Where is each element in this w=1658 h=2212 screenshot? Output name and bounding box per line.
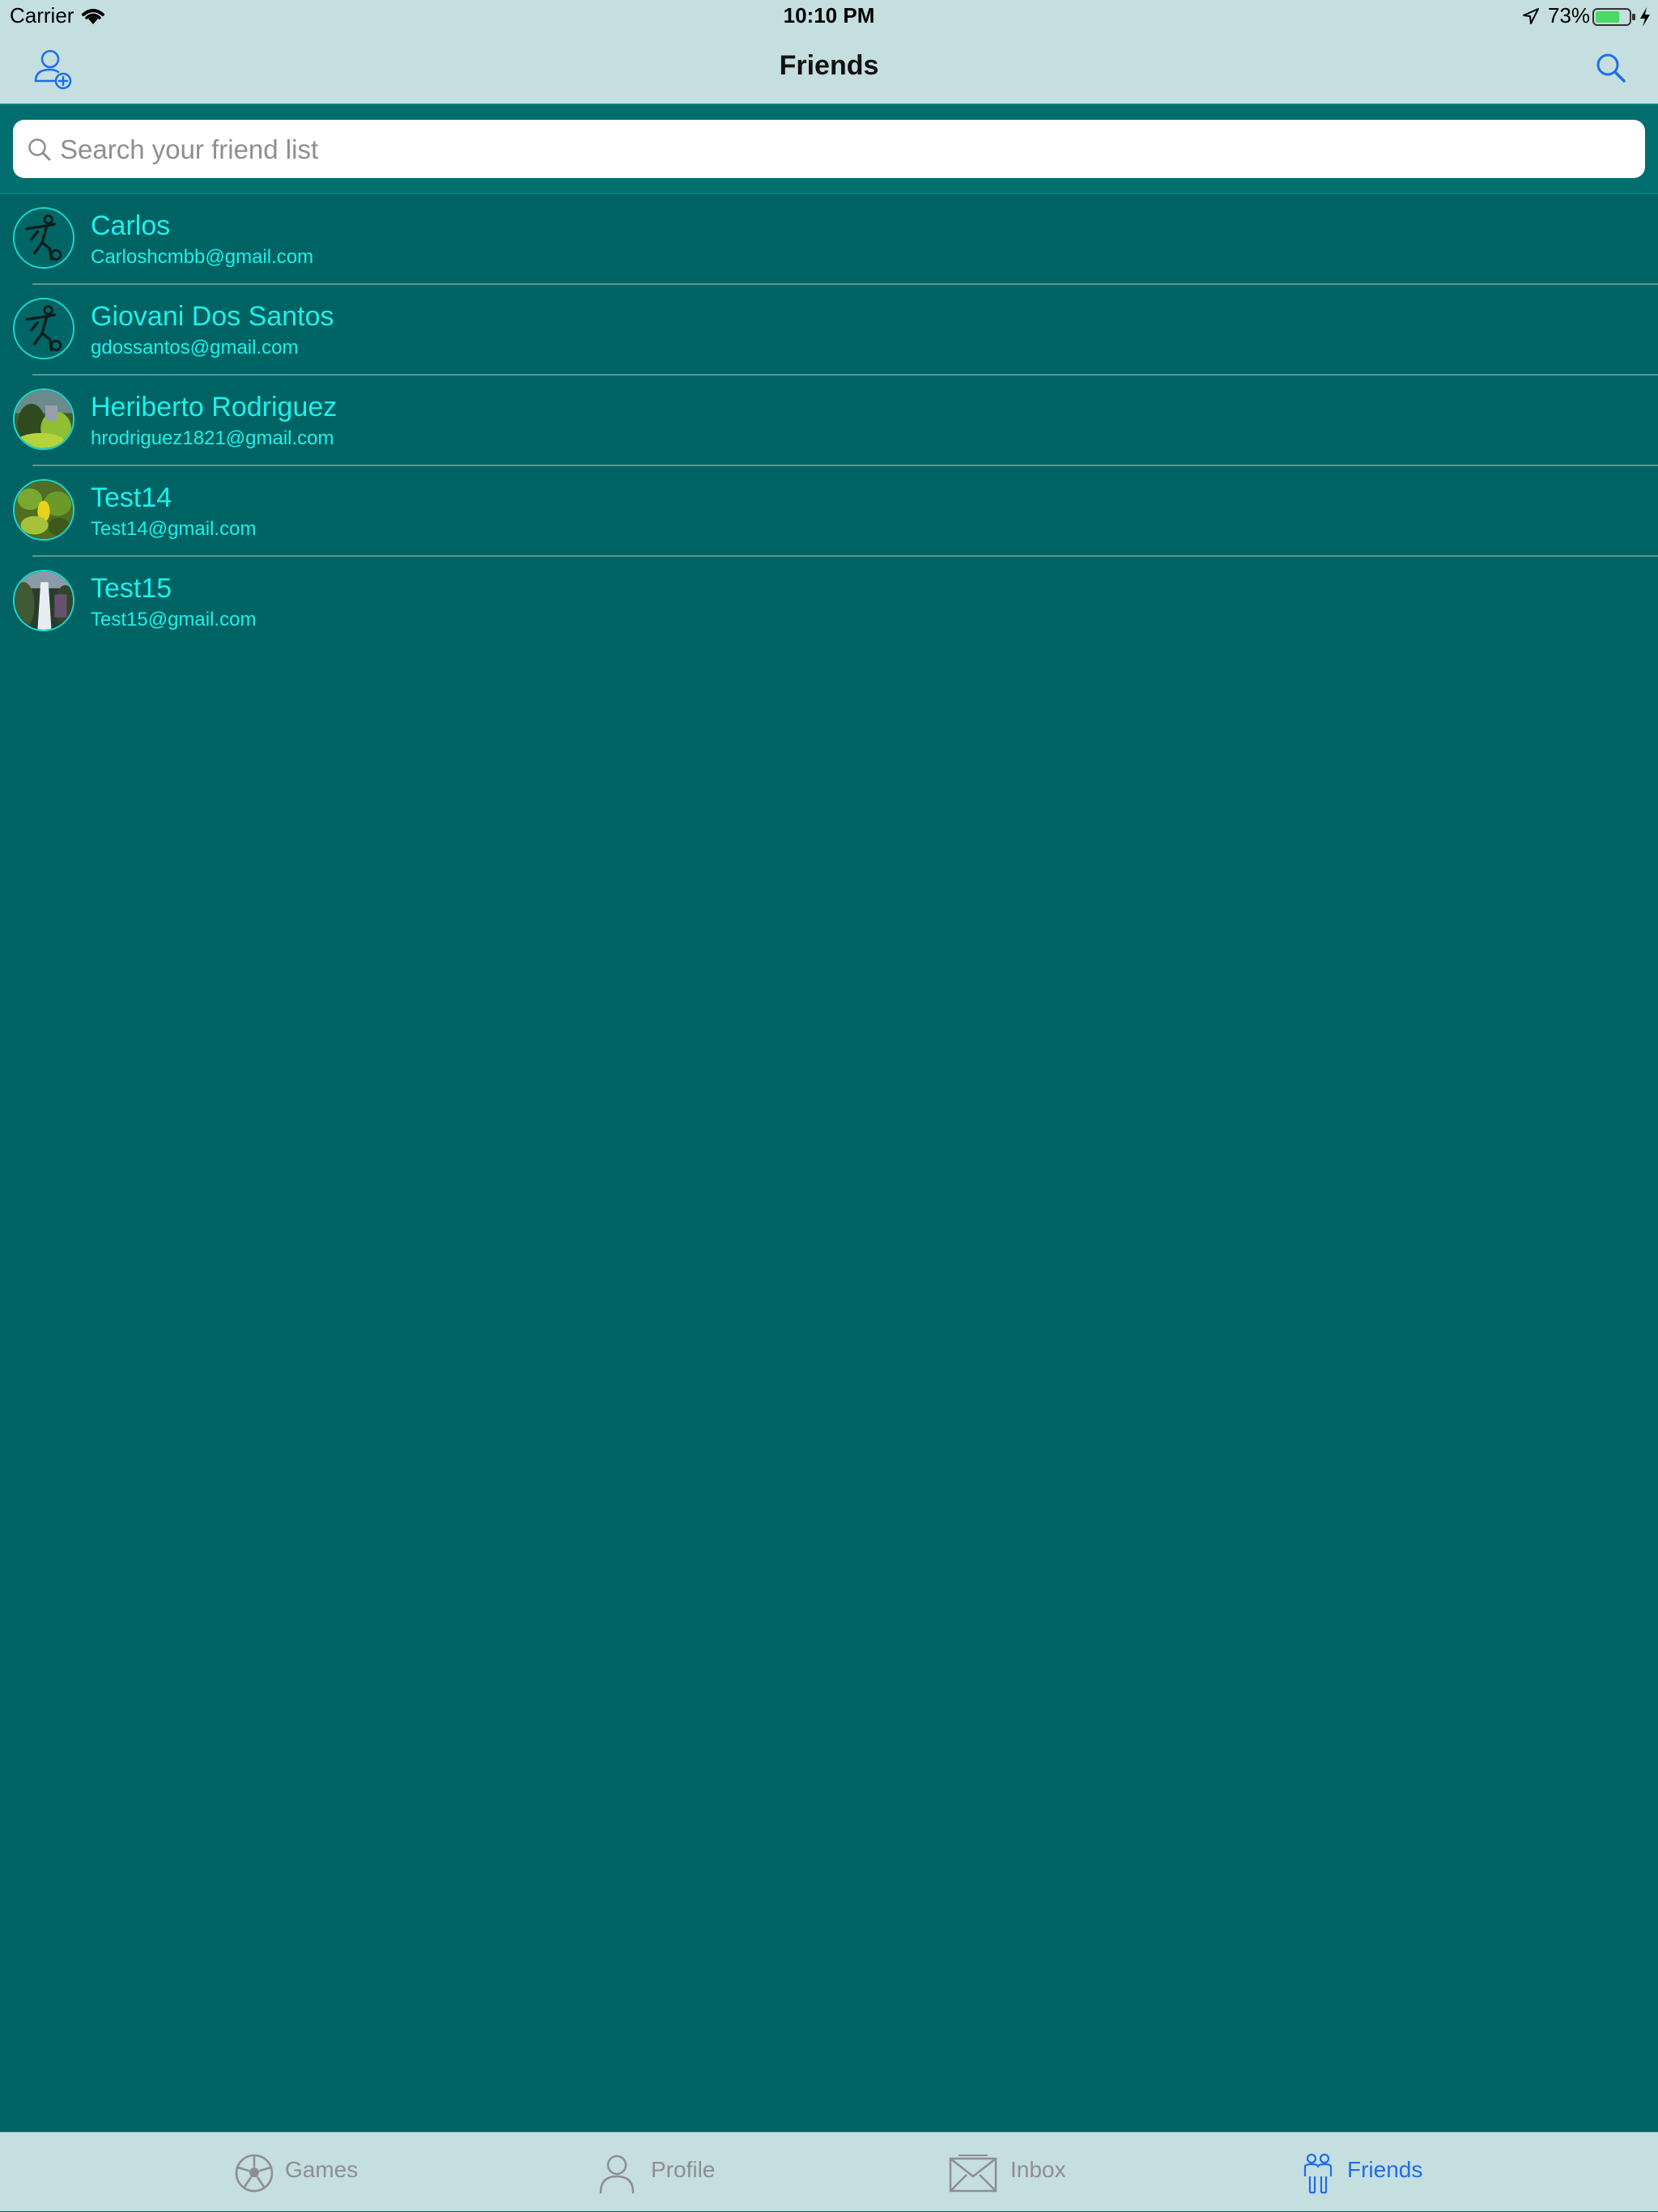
tab-label: Inbox [1010,2157,1066,2182]
avatar [13,479,74,541]
soccer-player-icon [15,209,73,267]
avatar-photo [15,571,73,630]
avatar [13,207,74,269]
friend-row[interactable]: Test14 Test14@gmail.com [0,466,1658,557]
charging-bolt-icon [1640,7,1650,27]
search-icon[interactable] [1595,52,1627,84]
location-arrow-icon [1523,8,1539,24]
soccer-player-icon [15,299,73,358]
tab-label: Friends [1347,2157,1423,2182]
tab-bar: Games Profile Inbox Friends [0,2132,1658,2211]
friend-name: Carlos [91,210,171,241]
friend-row[interactable]: Test15 Test15@gmail.com [0,557,1658,647]
tab-profile[interactable]: Profile [596,2133,725,2212]
avatar [13,298,74,359]
friend-row[interactable]: Giovani Dos Santos gdossantos@gmail.com [0,285,1658,376]
friend-email: gdossantos@gmail.com [91,337,299,359]
friend-name: Test15 [91,573,172,604]
friend-name: Giovani Dos Santos [91,301,334,332]
search-field-container[interactable] [13,120,1645,180]
search-bar [0,104,1658,194]
tab-label: Profile [651,2157,716,2182]
tab-inbox[interactable]: Inbox [949,2133,1070,2212]
friend-row[interactable]: Heriberto Rodriguez hrodriguez1821@gmail… [0,376,1658,466]
status-time: 10:10 PM [783,3,875,28]
tab-label: Games [285,2157,359,2182]
friend-name: Heriberto Rodriguez [91,392,338,422]
friend-email: hrodriguez1821@gmail.com [91,427,334,449]
friend-email: Test14@gmail.com [91,518,257,540]
tab-games[interactable]: Games [233,2133,363,2212]
friend-email: Carloshcmbb@gmail.com [91,246,314,268]
status-bar: Carrier 10:10 PM 73% [0,0,1658,32]
avatar-photo [15,481,73,539]
avatar [13,570,74,631]
tab-friends[interactable]: Friends [1302,2133,1431,2212]
friend-name: Test14 [91,482,172,513]
soccer-ball-icon [235,2154,274,2193]
friend-email: Test15@gmail.com [91,609,257,630]
friends-icon [1303,2153,1333,2194]
avatar-photo [15,390,73,448]
battery-icon [1592,8,1635,26]
magnifier-icon [28,138,51,161]
page-title: Friends [779,50,879,81]
friend-list: Carlos Carloshcmbb@gmail.com Giovani Dos… [0,194,1658,647]
friend-row[interactable]: Carlos Carloshcmbb@gmail.com [0,194,1658,285]
avatar [13,388,74,450]
envelope-icon [949,2155,997,2193]
search-input[interactable] [58,120,1600,180]
person-icon [599,2155,635,2194]
battery-percent: 73% [1548,3,1591,28]
navigation-bar: Friends [0,32,1658,104]
